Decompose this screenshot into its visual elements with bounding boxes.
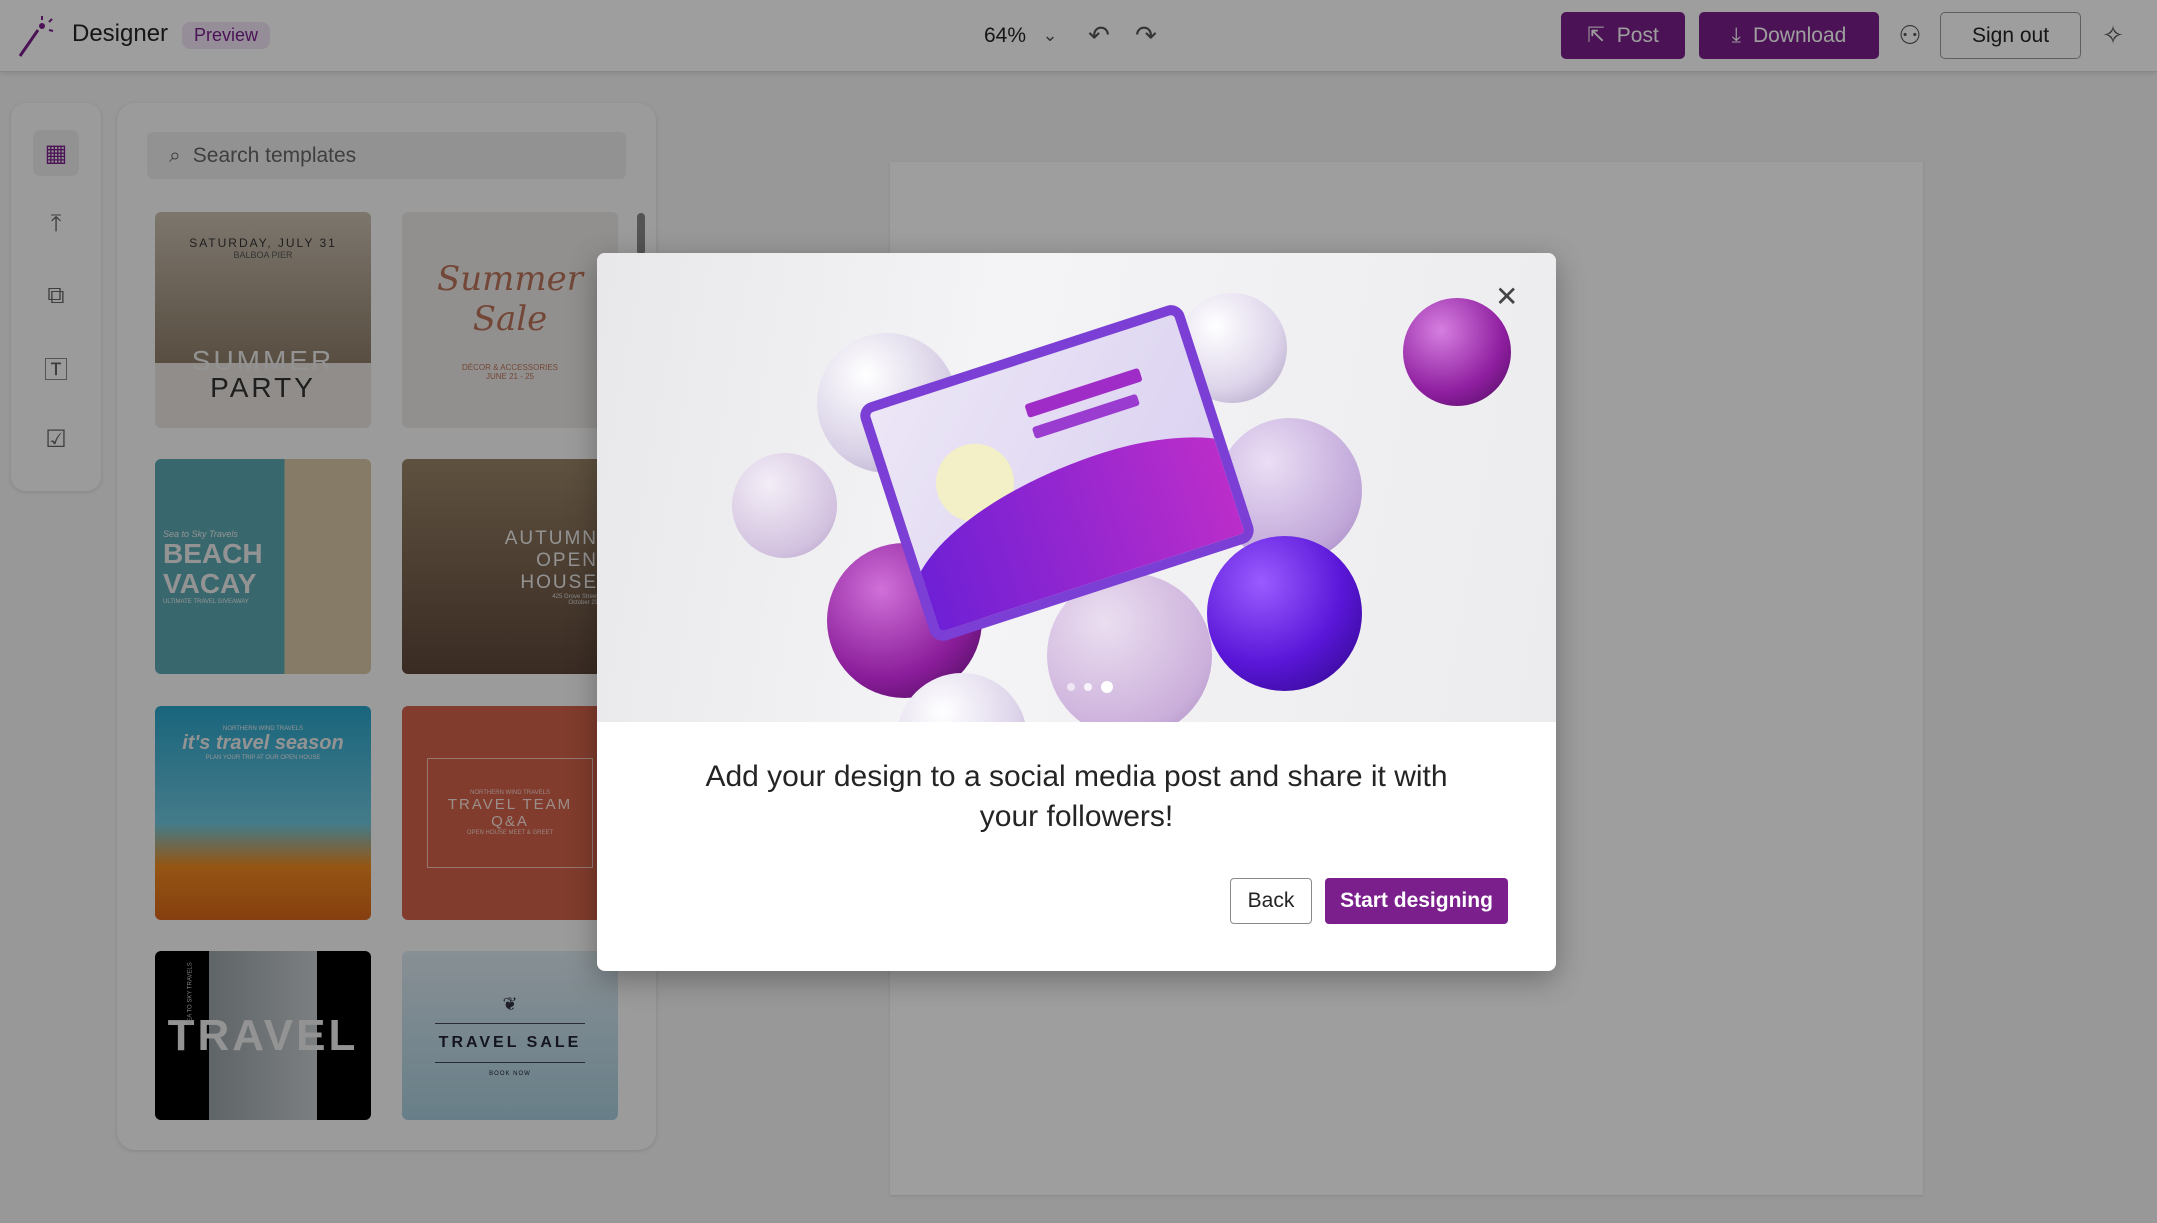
onboarding-illustration: ✕ — [597, 253, 1556, 722]
carousel-dot[interactable] — [1067, 683, 1075, 691]
carousel-dot[interactable] — [1084, 683, 1092, 691]
carousel-dots — [1067, 681, 1113, 693]
start-designing-button[interactable]: Start designing — [1325, 878, 1508, 924]
dialog-message: Add your design to a social media post a… — [705, 760, 1448, 833]
carousel-dot-active[interactable] — [1101, 681, 1113, 693]
close-icon[interactable]: ✕ — [1495, 283, 1518, 311]
onboarding-dialog: ✕ Add your design to a social media post… — [597, 253, 1556, 971]
back-button[interactable]: Back — [1230, 878, 1312, 924]
